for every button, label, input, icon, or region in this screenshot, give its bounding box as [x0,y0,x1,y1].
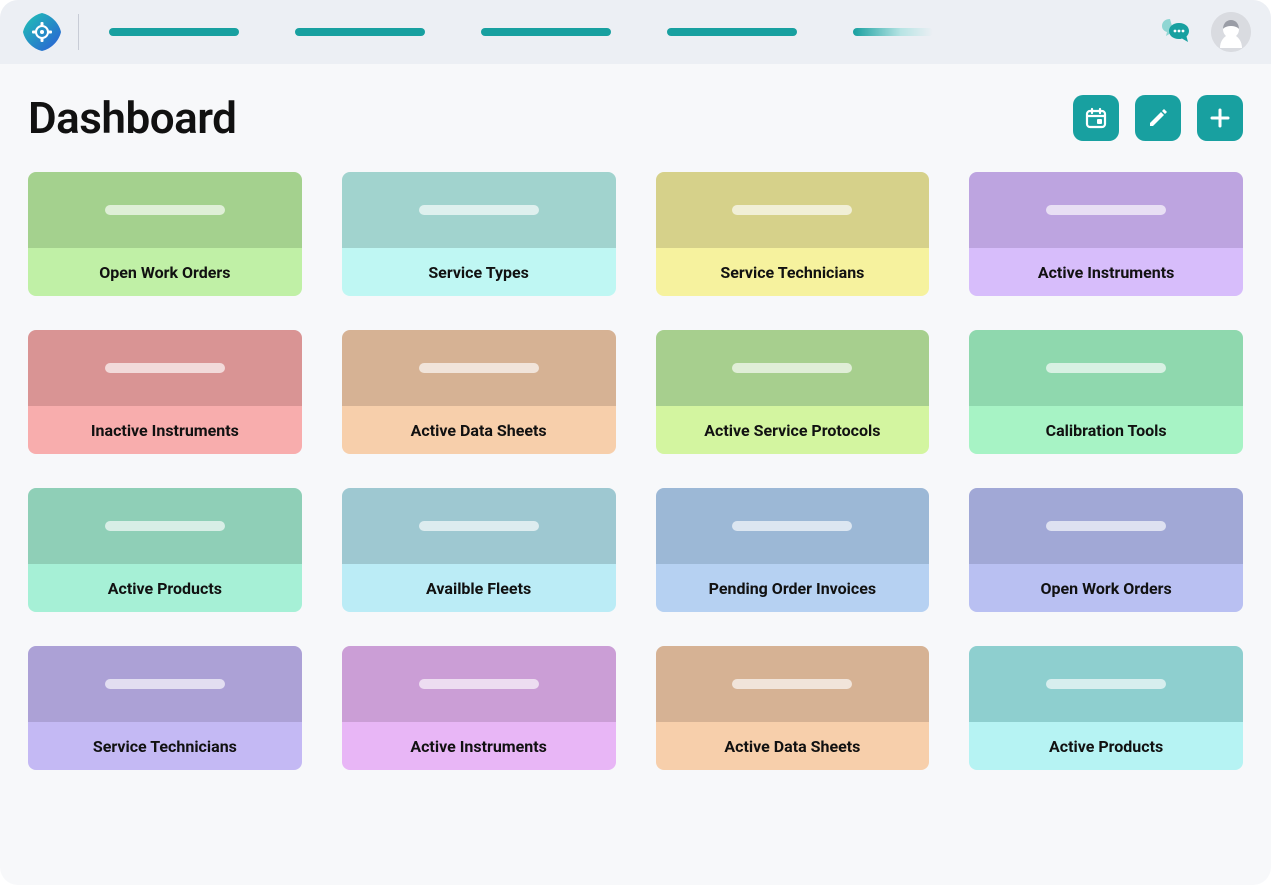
cards-grid: Open Work Orders Service Types Service Tec… [28,172,1243,770]
card-value-placeholder [1046,363,1166,373]
card-value-placeholder [419,679,539,689]
dashboard-card[interactable]: Pending Order Invoices [656,488,930,612]
add-button[interactable] [1197,95,1243,141]
card-value-placeholder [1046,205,1166,215]
dashboard-card[interactable]: Active Instruments [969,172,1243,296]
card-label: Active Service Protocols [656,406,930,454]
dashboard-card[interactable]: Open Work Orders [28,172,302,296]
dashboard-card[interactable]: Active Data Sheets [342,330,616,454]
topbar [0,0,1271,64]
dashboard-card[interactable]: Service Types [342,172,616,296]
card-label: Pending Order Invoices [656,564,930,612]
card-label: Service Types [342,248,616,296]
card-label: Availble Fleets [342,564,616,612]
card-value-placeholder [419,521,539,531]
card-top [342,330,616,406]
avatar[interactable] [1211,12,1251,52]
card-label: Active Products [28,564,302,612]
app-logo[interactable] [20,10,64,54]
card-label: Service Technicians [28,722,302,770]
dashboard-card[interactable]: Service Technicians [28,646,302,770]
action-buttons [1073,95,1243,141]
dashboard-card[interactable]: Service Technicians [656,172,930,296]
card-label: Service Technicians [656,248,930,296]
nav-item-4[interactable] [667,28,797,36]
plus-icon [1208,106,1232,130]
card-value-placeholder [419,363,539,373]
card-top [28,488,302,564]
card-value-placeholder [1046,521,1166,531]
card-top [28,646,302,722]
nav-item-5[interactable] [853,28,933,36]
topbar-nav [109,28,1145,36]
card-top [969,172,1243,248]
card-top [28,330,302,406]
app-container: Dashboard [0,0,1271,885]
dashboard-card[interactable]: Active Service Protocols [656,330,930,454]
card-label: Active Data Sheets [342,406,616,454]
nav-item-3[interactable] [481,28,611,36]
content: Dashboard [0,64,1271,790]
card-value-placeholder [732,679,852,689]
card-label: Inactive Instruments [28,406,302,454]
card-value-placeholder [732,363,852,373]
card-top [969,330,1243,406]
card-top [342,646,616,722]
card-label: Calibration Tools [969,406,1243,454]
card-top [342,488,616,564]
card-top [656,330,930,406]
dashboard-card[interactable]: Availble Fleets [342,488,616,612]
card-label: Active Products [969,722,1243,770]
nav-item-2[interactable] [295,28,425,36]
chat-icon[interactable] [1159,13,1193,51]
card-value-placeholder [105,205,225,215]
card-top [28,172,302,248]
card-label: Open Work Orders [28,248,302,296]
nav-item-1[interactable] [109,28,239,36]
card-top [656,172,930,248]
card-value-placeholder [105,363,225,373]
calendar-button[interactable] [1073,95,1119,141]
header-row: Dashboard [28,92,1243,144]
edit-icon [1146,106,1170,130]
card-value-placeholder [1046,679,1166,689]
card-top [969,488,1243,564]
card-label: Open Work Orders [969,564,1243,612]
dashboard-card[interactable]: Active Products [969,646,1243,770]
card-value-placeholder [105,521,225,531]
card-label: Active Instruments [342,722,616,770]
card-top [969,646,1243,722]
dashboard-card[interactable]: Active Instruments [342,646,616,770]
dashboard-card[interactable]: Inactive Instruments [28,330,302,454]
card-top [342,172,616,248]
card-top [656,646,930,722]
dashboard-card[interactable]: Active Products [28,488,302,612]
card-value-placeholder [419,205,539,215]
card-top [656,488,930,564]
card-value-placeholder [105,679,225,689]
card-label: Active Data Sheets [656,722,930,770]
calendar-icon [1084,106,1108,130]
dashboard-card[interactable]: Active Data Sheets [656,646,930,770]
edit-button[interactable] [1135,95,1181,141]
topbar-divider [78,14,79,50]
card-label: Active Instruments [969,248,1243,296]
dashboard-card[interactable]: Open Work Orders [969,488,1243,612]
card-value-placeholder [732,205,852,215]
page-title: Dashboard [28,92,236,144]
topbar-right [1159,12,1251,52]
dashboard-card[interactable]: Calibration Tools [969,330,1243,454]
card-value-placeholder [732,521,852,531]
